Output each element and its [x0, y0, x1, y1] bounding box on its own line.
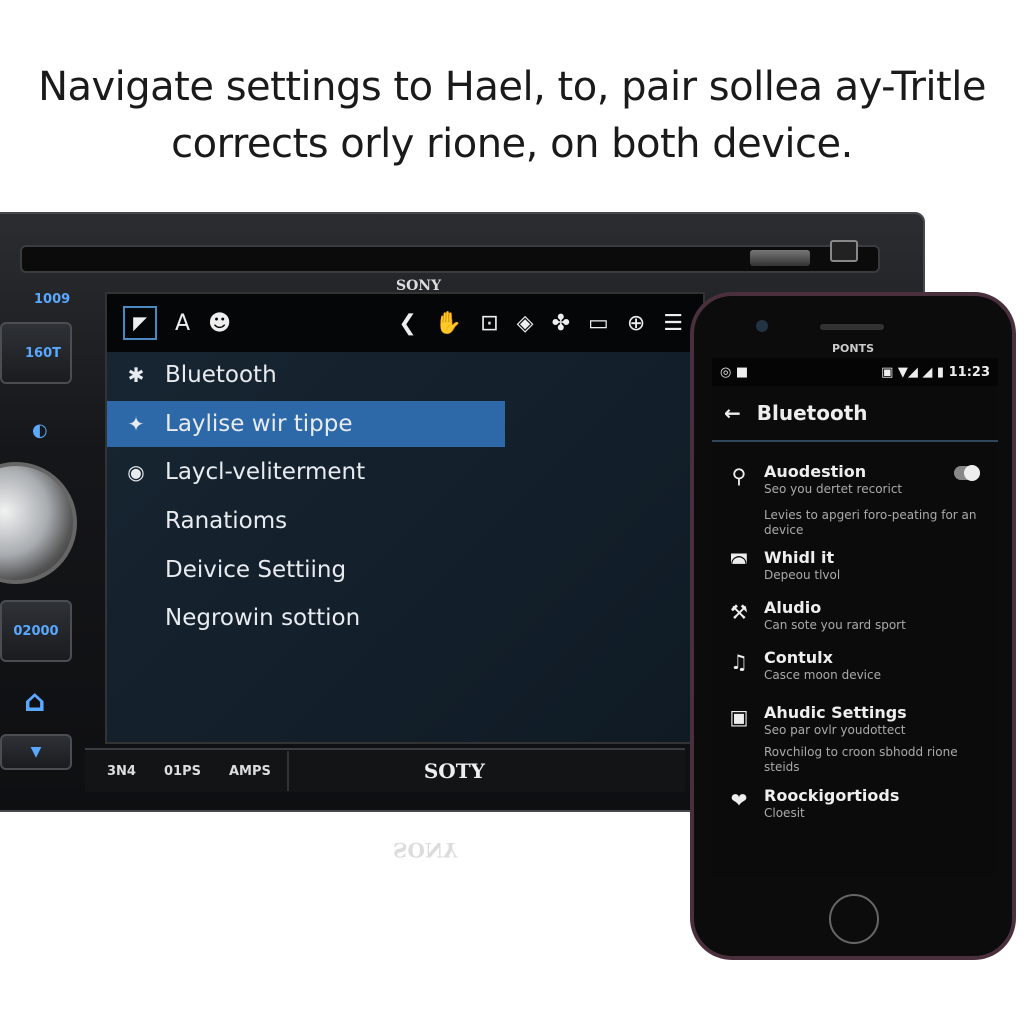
diamond-icon[interactable]: ◈	[517, 311, 534, 336]
caption-line-2: corrects orly rione, on both device.	[171, 121, 853, 167]
menu-label: Laycl-veliterment	[165, 459, 366, 485]
brand-logo-top: SONY	[396, 278, 442, 294]
sound-icon[interactable]: ◐	[32, 420, 48, 441]
menu-label: Ranatioms	[165, 508, 288, 534]
device-icon[interactable]: ⊡	[480, 311, 498, 336]
top-right-button[interactable]	[830, 240, 858, 262]
down-button[interactable]: ▼	[0, 734, 72, 770]
reflection: SONY	[393, 838, 458, 862]
item-extra: Rovchilog to croon sbhodd rione steids	[764, 745, 958, 774]
stereo-screen: ◤ A ☻ ❮ ✋ ⊡ ◈ ✤ ▭ ⊕ ☰ ✱ Bluetooth ✦ Laylis…	[105, 292, 705, 744]
hand-icon[interactable]: ✋	[435, 311, 462, 336]
home-icon[interactable]: ⌂	[24, 684, 45, 719]
menu-icon[interactable]: ☰	[663, 311, 683, 336]
phone-screen: ◎ ■ ▣ ▼◢ ◢ ▮ 11:23 ← Bluetooth ⚲ Auodestio…	[712, 358, 998, 878]
item-subtitle: Casce moon device	[764, 668, 881, 682]
item-title: Whidl it	[764, 548, 835, 567]
phone-title: Bluetooth	[756, 401, 868, 425]
item-title: Ahudic Settings	[764, 703, 907, 722]
item-subtitle: Depeou tlvol	[764, 568, 841, 582]
button-label: 160T	[24, 345, 61, 361]
menu-item-selected[interactable]: ✦ Laylise wir tippe	[107, 401, 505, 447]
status-left-icons: ◎ ■	[720, 364, 749, 380]
item-title: Aludio	[764, 598, 822, 617]
bottom-label[interactable]: AMPS	[229, 764, 271, 779]
record-icon: ◉	[127, 460, 145, 484]
back-arrow-icon[interactable]: ←	[724, 401, 741, 425]
cursor-icon[interactable]: ◤	[123, 306, 157, 340]
status-time: 11:23	[948, 364, 990, 380]
headset-icon: ◚	[729, 550, 749, 574]
device-icon: ▣	[729, 705, 749, 729]
button-label: 02000	[13, 623, 59, 639]
stereo-toolbar: ◤ A ☻ ❮ ✋ ⊡ ◈ ✤ ▭ ⊕ ☰	[107, 294, 703, 352]
menu-item-bluetooth[interactable]: ✱ Bluetooth	[107, 352, 505, 398]
music-note-icon: ♫	[730, 650, 748, 674]
menu-item-4[interactable]: Ranatioms	[107, 498, 505, 544]
palm-icon: ⚲	[731, 464, 747, 488]
hammer-icon: ⚒	[730, 600, 748, 624]
bottom-label[interactable]: 01PS	[164, 764, 201, 779]
brand-logo-bottom: SOTY	[423, 759, 485, 783]
pin-icon: ✦	[127, 412, 145, 436]
smiley-icon[interactable]: ☻	[208, 311, 231, 336]
item-subtitle: Seo you dertet recorict	[764, 482, 903, 496]
menu-label: Laylise wir tippe	[165, 411, 353, 437]
bottom-label[interactable]: 3N4	[107, 764, 136, 779]
item-subtitle: Can sote you rard sport	[764, 618, 906, 632]
home-button[interactable]	[829, 894, 879, 944]
bluetooth-icon: ✱	[127, 363, 145, 387]
fan-icon[interactable]: ✤	[552, 311, 570, 336]
item-extra: Levies to apgeri foro-peating for an dev…	[764, 508, 977, 537]
phone-header: ← Bluetooth	[712, 386, 998, 442]
menu-label: Negrowin sottion	[165, 605, 361, 631]
button-02000[interactable]: 02000	[0, 600, 72, 662]
item-title: Roockigortiods	[764, 786, 900, 805]
status-right-icons: ▣ ▼◢ ◢ ▮	[881, 364, 945, 380]
item-subtitle: Seo par ovlr youdottect	[764, 723, 906, 737]
label-1009: 1009	[34, 292, 71, 307]
menu-item-device-setting[interactable]: Deivice Settiing	[107, 547, 505, 593]
speaker	[820, 324, 884, 330]
menu-label: Bluetooth	[165, 362, 277, 388]
bluetooth-toggle[interactable]	[954, 465, 980, 481]
phone-brand: PONTS	[831, 342, 875, 355]
phone-icon[interactable]: ❮	[398, 311, 416, 336]
text-a-icon[interactable]: A	[175, 311, 190, 336]
menu-item-3[interactable]: ◉ Laycl-veliterment	[107, 449, 505, 495]
caption-line-1: Navigate settings to Hael, to, pair soll…	[38, 64, 986, 110]
button-160t[interactable]: 160T	[0, 322, 72, 384]
monitor-icon[interactable]: ▭	[588, 311, 609, 336]
menu-item-6[interactable]: Negrowin sottion	[107, 595, 505, 641]
status-bar: ◎ ■ ▣ ▼◢ ◢ ▮ 11:23	[712, 358, 998, 386]
stereo-bottom-bar: 3N4 01PS AMPS SOTY	[85, 748, 685, 792]
item-subtitle: Cloesit	[764, 806, 805, 820]
heart-icon: ❤	[730, 788, 748, 812]
smartphone: PONTS ◎ ■ ▣ ▼◢ ◢ ▮ 11:23 ← Bluetooth ⚲ Auo…	[690, 292, 1016, 960]
item-title: Contulx	[764, 648, 833, 667]
globe-icon[interactable]: ⊕	[627, 311, 645, 336]
camera	[756, 320, 768, 332]
eject-button[interactable]	[750, 250, 810, 266]
menu-label: Deivice Settiing	[165, 557, 347, 583]
item-title: Auodestion	[764, 462, 867, 481]
